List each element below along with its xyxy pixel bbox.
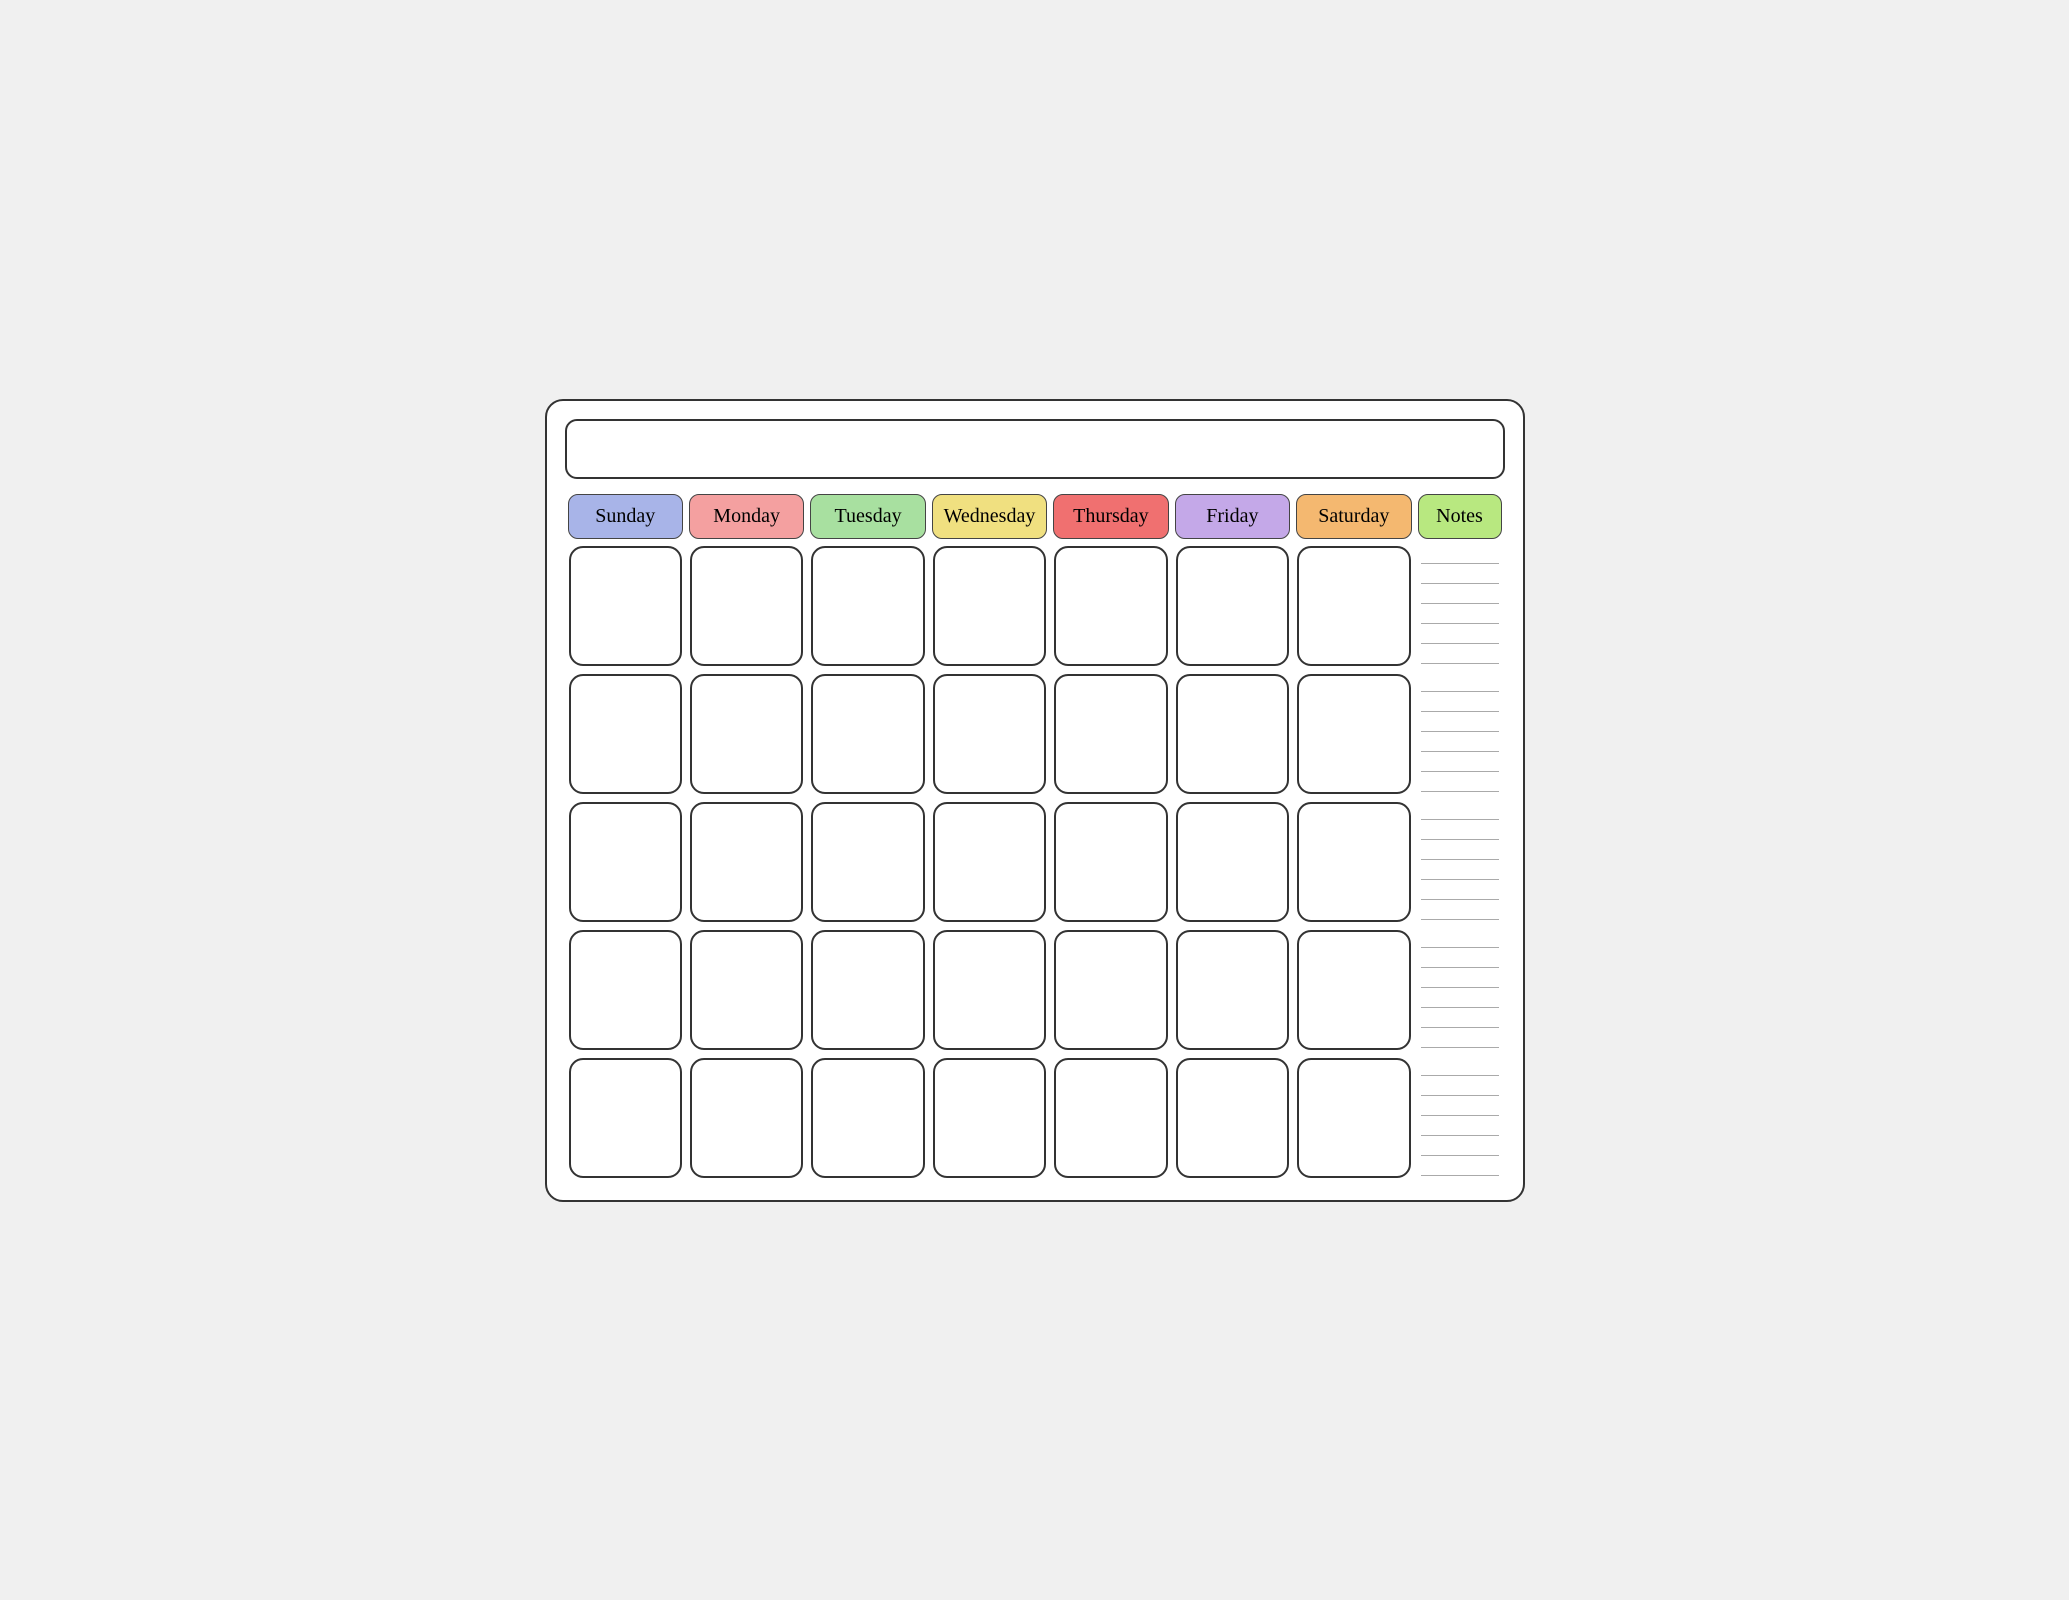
cell-r1-sun[interactable] bbox=[569, 546, 682, 666]
cell-r2-wed[interactable] bbox=[933, 674, 1046, 794]
cell-r2-sat[interactable] bbox=[1297, 674, 1410, 794]
cell-r5-wed[interactable] bbox=[933, 1058, 1046, 1178]
cell-r3-tue[interactable] bbox=[811, 802, 924, 922]
cell-r2-mon[interactable] bbox=[690, 674, 803, 794]
cell-r5-mon[interactable] bbox=[690, 1058, 803, 1178]
cell-r1-thu[interactable] bbox=[1054, 546, 1167, 666]
cell-r2-sun[interactable] bbox=[569, 674, 682, 794]
cell-r4-fri[interactable] bbox=[1176, 930, 1289, 1050]
cell-r2-thu[interactable] bbox=[1054, 674, 1167, 794]
cell-r5-fri[interactable] bbox=[1176, 1058, 1289, 1178]
cell-r5-sun[interactable] bbox=[569, 1058, 682, 1178]
title-bar[interactable] bbox=[565, 419, 1505, 479]
header-wednesday: Wednesday bbox=[932, 494, 1047, 539]
header-tuesday: Tuesday bbox=[810, 494, 925, 539]
cell-r1-fri[interactable] bbox=[1176, 546, 1289, 666]
cell-r4-mon[interactable] bbox=[690, 930, 803, 1050]
calendar-wrapper: Sunday Monday Tuesday Wednesday Thursday… bbox=[545, 399, 1525, 1202]
cell-r2-fri[interactable] bbox=[1176, 674, 1289, 794]
header-saturday: Saturday bbox=[1296, 494, 1411, 539]
notes-lines-r5[interactable] bbox=[1415, 1054, 1505, 1182]
cell-r3-sat[interactable] bbox=[1297, 802, 1410, 922]
cell-r4-wed[interactable] bbox=[933, 930, 1046, 1050]
cell-r3-wed[interactable] bbox=[933, 802, 1046, 922]
header-notes: Notes bbox=[1418, 494, 1502, 539]
notes-lines-r2[interactable] bbox=[1415, 670, 1505, 798]
notes-lines-r1[interactable] bbox=[1415, 542, 1505, 670]
cell-r4-thu[interactable] bbox=[1054, 930, 1167, 1050]
cell-r1-tue[interactable] bbox=[811, 546, 924, 666]
cell-r3-sun[interactable] bbox=[569, 802, 682, 922]
cell-r1-sat[interactable] bbox=[1297, 546, 1410, 666]
notes-lines-r4[interactable] bbox=[1415, 926, 1505, 1054]
cell-r2-tue[interactable] bbox=[811, 674, 924, 794]
cell-r4-sun[interactable] bbox=[569, 930, 682, 1050]
cell-r5-tue[interactable] bbox=[811, 1058, 924, 1178]
cell-r3-fri[interactable] bbox=[1176, 802, 1289, 922]
cell-r1-wed[interactable] bbox=[933, 546, 1046, 666]
cell-r3-mon[interactable] bbox=[690, 802, 803, 922]
notes-lines-r3[interactable] bbox=[1415, 798, 1505, 926]
header-monday: Monday bbox=[689, 494, 804, 539]
header-sunday: Sunday bbox=[568, 494, 683, 539]
cell-r4-tue[interactable] bbox=[811, 930, 924, 1050]
cell-r5-sat[interactable] bbox=[1297, 1058, 1410, 1178]
cell-r3-thu[interactable] bbox=[1054, 802, 1167, 922]
header-thursday: Thursday bbox=[1053, 494, 1168, 539]
cell-r4-sat[interactable] bbox=[1297, 930, 1410, 1050]
cell-r1-mon[interactable] bbox=[690, 546, 803, 666]
calendar-grid: Sunday Monday Tuesday Wednesday Thursday… bbox=[565, 491, 1505, 1182]
header-friday: Friday bbox=[1175, 494, 1290, 539]
cell-r5-thu[interactable] bbox=[1054, 1058, 1167, 1178]
